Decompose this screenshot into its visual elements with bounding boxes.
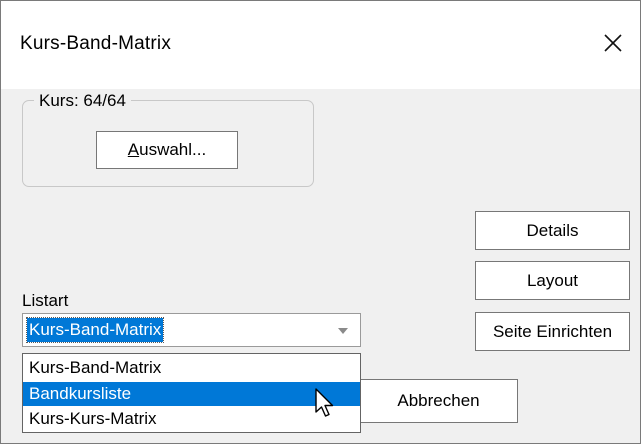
chevron-down-icon	[338, 321, 348, 339]
kurs-count-label: Kurs: 64/64	[34, 91, 131, 111]
listart-label: Listart	[22, 291, 69, 310]
auswahl-button[interactable]: Auswahl...	[96, 131, 238, 169]
details-button[interactable]: Details	[475, 211, 630, 250]
listart-dropdown-list: Kurs-Band-Matrix Bandkursliste Kurs-Kurs…	[22, 353, 361, 433]
abbrechen-button[interactable]: Abbrechen	[359, 379, 518, 423]
mouse-pointer-icon	[314, 388, 336, 425]
listart-option-bandkursliste[interactable]: Bandkursliste	[23, 382, 360, 406]
layout-button[interactable]: Layout	[475, 261, 630, 300]
listart-selected-value: Kurs-Band-Matrix	[25, 317, 165, 343]
listart-dropdown-button[interactable]	[326, 314, 360, 346]
listart-option-kurs-band-matrix[interactable]: Kurs-Band-Matrix	[23, 356, 360, 380]
close-button[interactable]	[595, 25, 631, 61]
title-bar: Kurs-Band-Matrix	[1, 1, 640, 89]
seite-einrichten-button[interactable]: Seite Einrichten	[475, 312, 630, 351]
listart-combobox[interactable]: Kurs-Band-Matrix	[22, 313, 361, 347]
auswahl-label: uswahl...	[139, 140, 207, 159]
window-title: Kurs-Band-Matrix	[20, 33, 172, 54]
close-icon	[603, 33, 623, 53]
kurs-band-matrix-dialog: Kurs-Band-Matrix Kurs: 64/64 Auswahl... …	[0, 0, 641, 444]
listart-option-kurs-kurs-matrix[interactable]: Kurs-Kurs-Matrix	[23, 407, 360, 431]
auswahl-mnemonic: A	[127, 140, 140, 159]
